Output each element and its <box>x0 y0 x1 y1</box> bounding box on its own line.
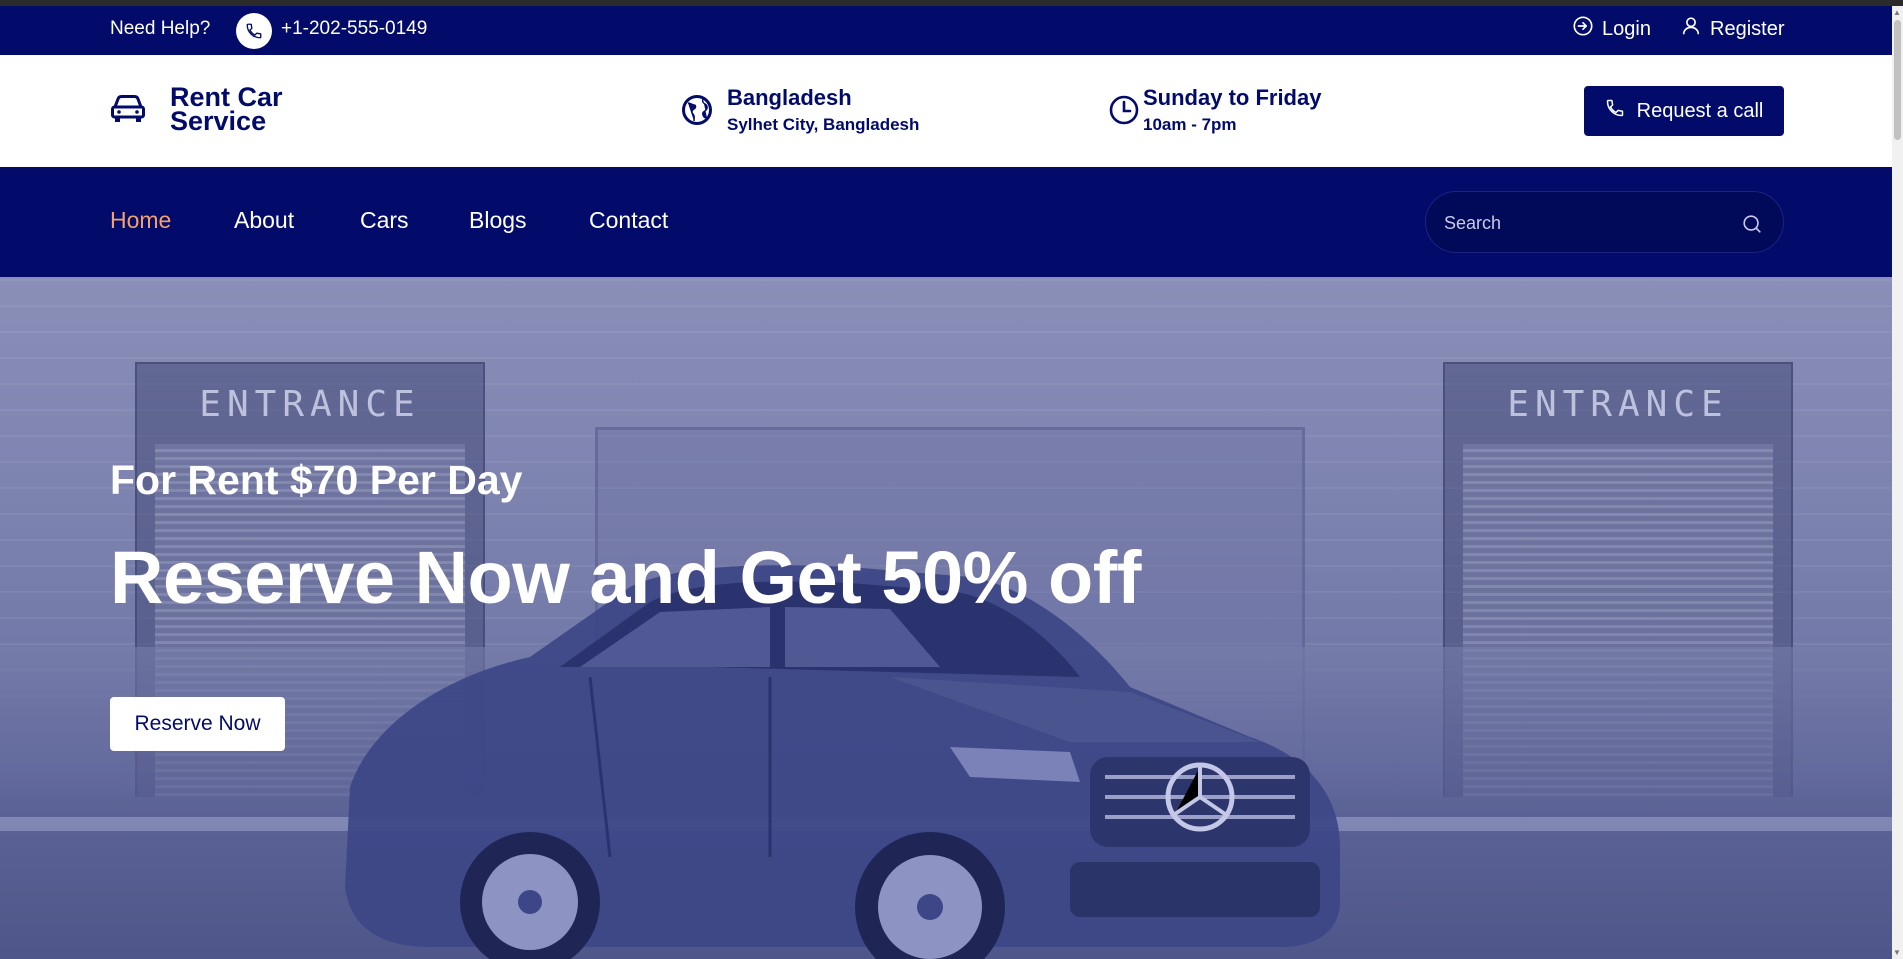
scroll-down-icon[interactable]: ▼ <box>1893 948 1901 957</box>
car-icon <box>110 93 146 130</box>
login-label: Login <box>1602 17 1651 40</box>
clock-icon <box>1109 95 1139 130</box>
nav-item-cars[interactable]: Cars <box>360 207 409 234</box>
search-icon[interactable] <box>1741 213 1763 240</box>
nav-item-blogs[interactable]: Blogs <box>469 207 527 234</box>
hours-subtitle: 10am - 7pm <box>1143 115 1237 134</box>
main-nav: Home About Cars Blogs Contact <box>0 167 1892 277</box>
nav-item-contact[interactable]: Contact <box>589 207 668 234</box>
hours-title: Sunday to Friday <box>1143 85 1322 110</box>
request-call-label: Request a call <box>1636 99 1764 122</box>
hero-title: Reserve Now and Get 50% off <box>110 536 1142 619</box>
location-subtitle: Sylhet City, Bangladesh <box>727 115 920 134</box>
scrollbar-thumb[interactable] <box>1894 20 1901 140</box>
register-label: Register <box>1710 17 1785 40</box>
entrance-sign-left: ENTRANCE <box>199 384 421 425</box>
brand-line-2: Service <box>170 106 267 136</box>
hero-subtitle: For Rent $70 Per Day <box>110 457 523 503</box>
register-link[interactable]: Register <box>1680 15 1784 43</box>
entrance-sign-right: ENTRANCE <box>1507 384 1729 425</box>
brand-logo[interactable]: Rent Car Service <box>170 84 310 136</box>
nav-item-about[interactable]: About <box>234 207 294 234</box>
help-label: Need Help? <box>110 18 211 39</box>
top-bar: Need Help? +1-202-555-0149 Login Registe… <box>0 6 1892 55</box>
search-input[interactable] <box>1444 210 1734 236</box>
phone-number[interactable]: +1-202-555-0149 <box>281 18 427 40</box>
page-scrollbar[interactable]: ▲ ▼ <box>1892 6 1903 959</box>
phone-icon <box>1605 98 1625 124</box>
search-box <box>1425 191 1784 253</box>
request-call-button[interactable]: Request a call <box>1584 86 1784 136</box>
phone-icon <box>236 13 272 49</box>
site-header: Rent Car Service Bangladesh Sylhet City,… <box>0 55 1892 167</box>
login-link[interactable]: Login <box>1572 15 1651 43</box>
nav-item-home[interactable]: Home <box>110 207 171 234</box>
location-title: Bangladesh <box>727 85 852 110</box>
reserve-now-button[interactable]: Reserve Now <box>110 697 285 751</box>
page: Need Help? +1-202-555-0149 Login Registe… <box>0 0 1892 959</box>
hero-banner: ENTRANCE ENTRANCE For Rent $70 Per Day R… <box>0 277 1892 959</box>
globe-icon <box>681 94 713 131</box>
user-icon <box>1680 15 1702 43</box>
scroll-up-icon[interactable]: ▲ <box>1893 8 1901 17</box>
login-icon <box>1572 15 1594 43</box>
